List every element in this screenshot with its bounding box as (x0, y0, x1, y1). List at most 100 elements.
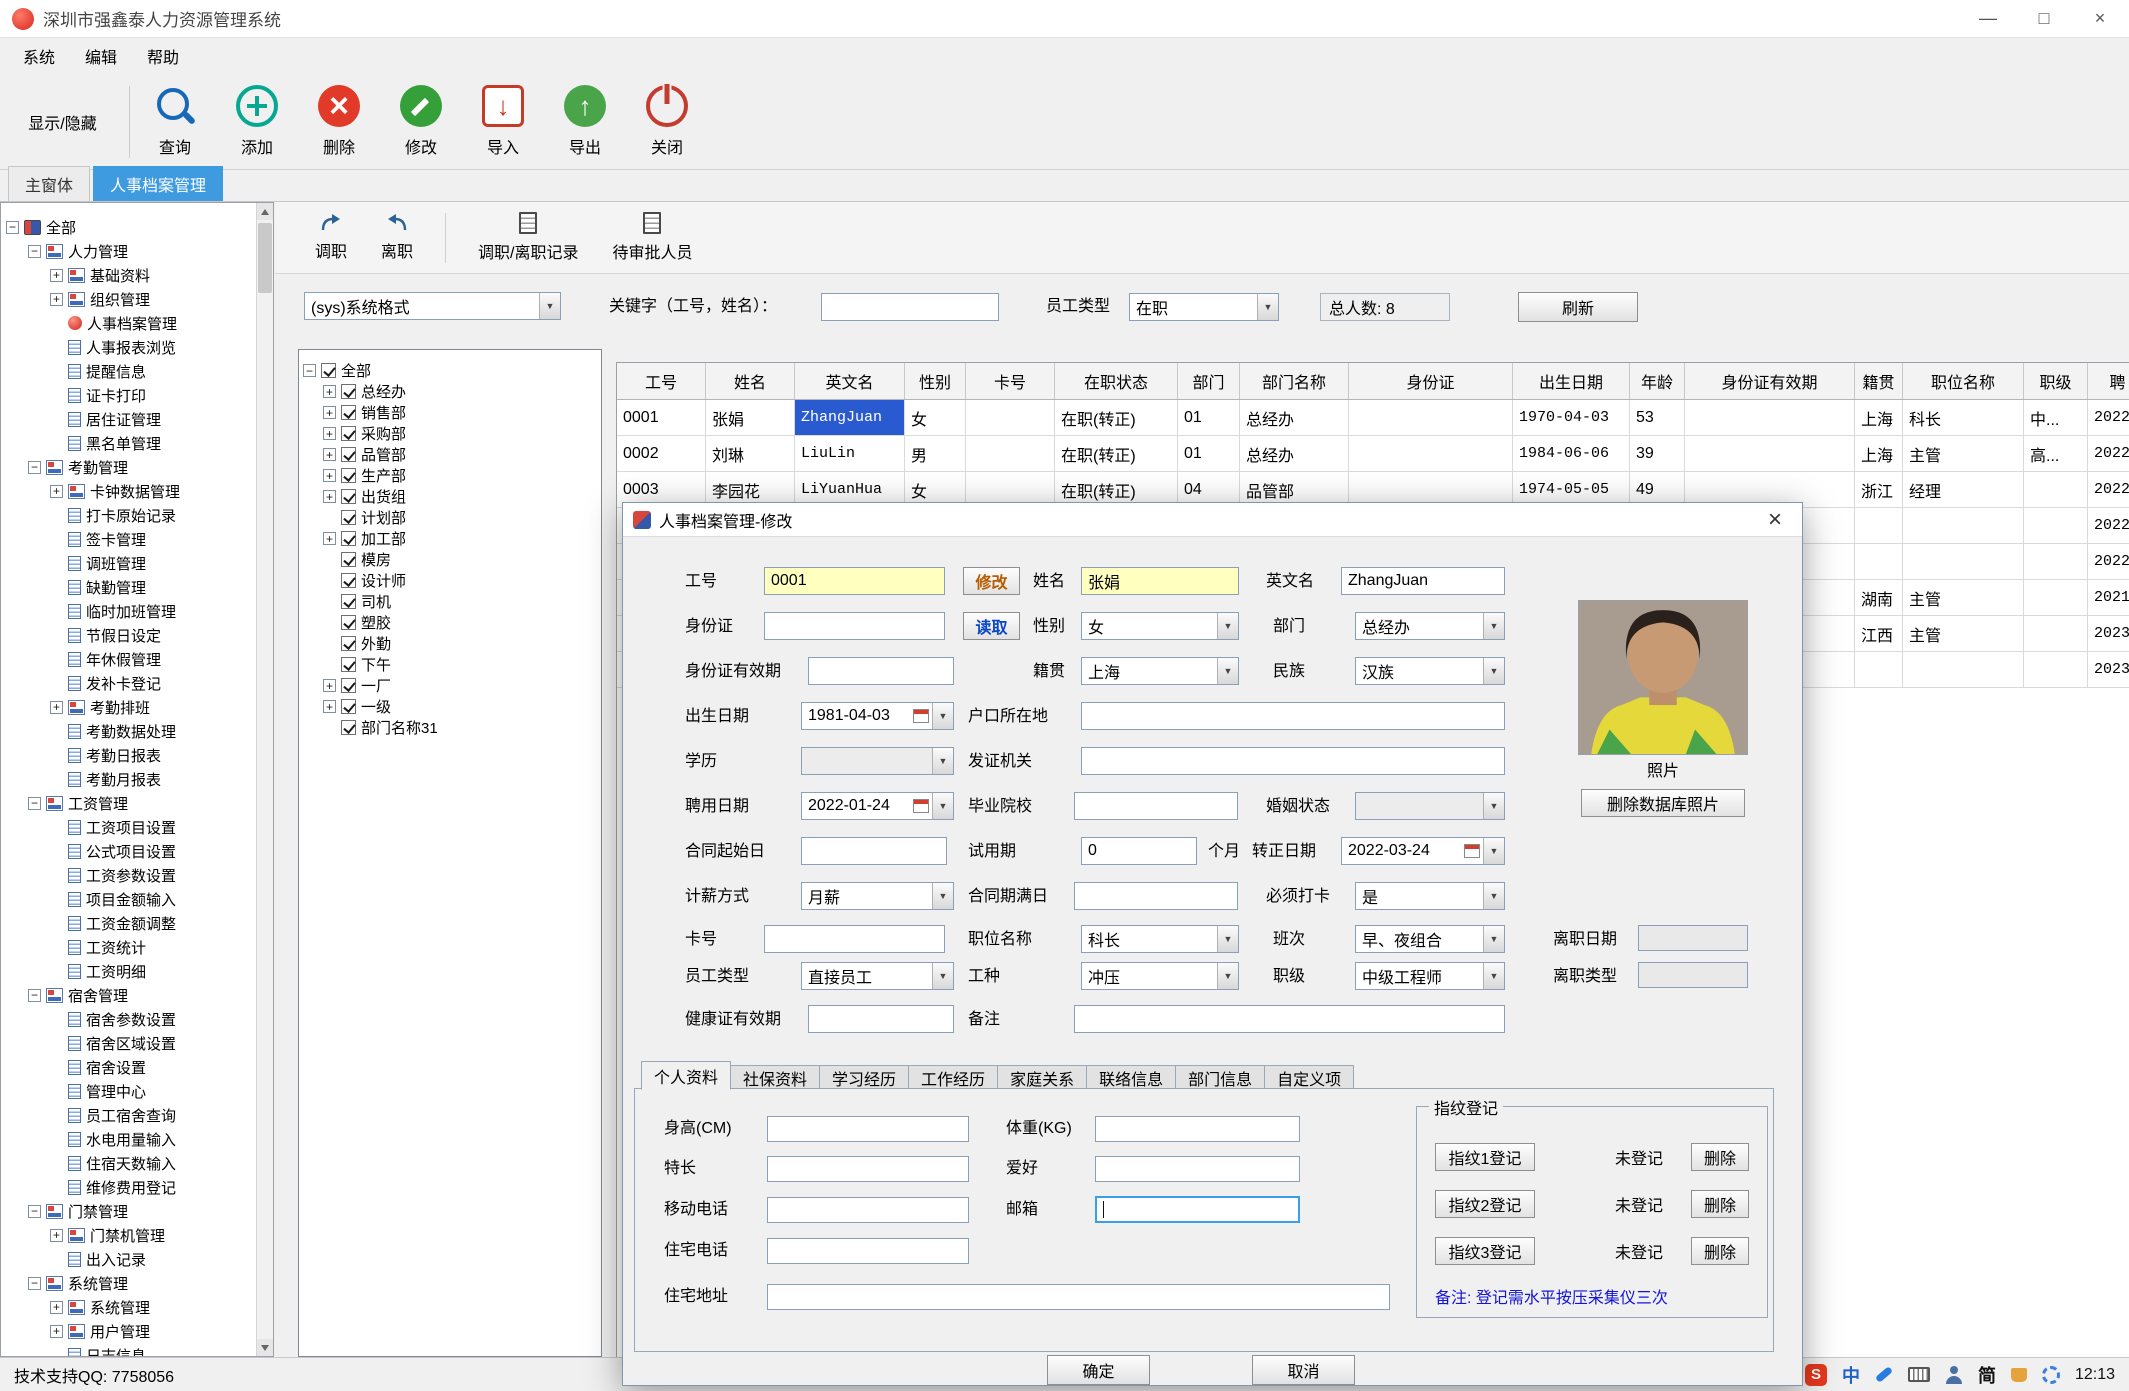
checkbox-checked-icon[interactable] (341, 489, 356, 504)
tab-main-window[interactable]: 主窗体 (8, 166, 91, 201)
nav-tree-item[interactable]: 考勤数据处理 (6, 719, 253, 743)
checkbox-checked-icon[interactable] (341, 699, 356, 714)
nav-tree-item[interactable]: 发补卡登记 (6, 671, 253, 695)
id-card-input[interactable] (764, 612, 945, 640)
issuer-input[interactable] (1081, 747, 1505, 775)
nav-tree-item[interactable]: 管理中心 (6, 1079, 253, 1103)
department-tree-item[interactable]: + 一厂 (303, 675, 597, 696)
nav-tree-item[interactable]: 考勤日报表 (6, 743, 253, 767)
column-header[interactable]: 聘 (2088, 363, 2129, 399)
tree-expander-icon[interactable]: + (323, 406, 336, 419)
tree-expander-icon[interactable]: + (50, 292, 63, 306)
nav-tree-item[interactable]: − 宿舍管理 (6, 983, 253, 1007)
department-tree-item[interactable]: 计划部 (303, 507, 597, 528)
regular-date-picker[interactable]: 2022-03-24 ▼ (1341, 837, 1505, 865)
dialog-tab[interactable]: 学习经历 (819, 1065, 910, 1090)
tree-expander-icon[interactable]: + (50, 1324, 63, 1338)
checkbox-checked-icon[interactable] (341, 573, 356, 588)
dialog-close-button[interactable]: × (1758, 505, 1792, 535)
nav-tree-item[interactable]: 调班管理 (6, 551, 253, 575)
name-input[interactable]: 张娟 (1081, 567, 1239, 595)
work-type-select[interactable]: 冲压 ▼ (1081, 962, 1239, 990)
nav-tree-item[interactable]: 工资项目设置 (6, 815, 253, 839)
tree-expander-icon[interactable]: − (28, 1276, 41, 1290)
nav-tree-item[interactable]: 人事档案管理 (6, 311, 253, 335)
column-header[interactable]: 身份证有效期 (1685, 363, 1855, 399)
department-tree-item[interactable]: + 采购部 (303, 423, 597, 444)
department-tree-item[interactable]: 外勤 (303, 633, 597, 654)
nav-tree-item[interactable]: 考勤月报表 (6, 767, 253, 791)
dialog-tab[interactable]: 部门信息 (1175, 1065, 1266, 1090)
keyword-input[interactable] (821, 293, 999, 321)
department-tree-item[interactable]: + 销售部 (303, 402, 597, 423)
table-row[interactable]: 0002 刘琳 LiuLin 男 在职(转正) 01 总经办 1984-06-0… (617, 436, 2129, 472)
nav-tree-item[interactable]: 临时加班管理 (6, 599, 253, 623)
scroll-up-icon[interactable] (257, 203, 273, 220)
position-select[interactable]: 科长 ▼ (1081, 925, 1239, 953)
column-header[interactable]: 职位名称 (1903, 363, 2024, 399)
native-place-select[interactable]: 上海 ▼ (1081, 657, 1239, 685)
add-button[interactable]: 添加 (216, 77, 298, 167)
checkbox-checked-icon[interactable] (341, 678, 356, 693)
phone-icon[interactable] (1874, 1366, 1894, 1383)
checkbox-checked-icon[interactable] (341, 531, 356, 546)
tree-expander-icon[interactable]: − (6, 220, 19, 234)
contract-start-input[interactable] (801, 837, 947, 865)
nav-tree-item[interactable]: 宿舍设置 (6, 1055, 253, 1079)
gender-select[interactable]: 女 ▼ (1081, 612, 1239, 640)
simplified-chinese-icon[interactable]: 简 (1978, 1362, 1996, 1388)
column-header[interactable]: 姓名 (706, 363, 795, 399)
height-input[interactable] (767, 1116, 969, 1142)
keyboard-icon[interactable] (1907, 1367, 1930, 1382)
nav-tree-item[interactable]: − 考勤管理 (6, 455, 253, 479)
marital-select[interactable]: ▼ (1355, 792, 1505, 820)
chinese-input-icon[interactable]: 中 (1842, 1362, 1860, 1388)
delete-button[interactable]: 删除 (298, 77, 380, 167)
school-input[interactable] (1074, 792, 1238, 820)
birth-date-picker[interactable]: 1981-04-03 ▼ (801, 702, 954, 730)
edit-button[interactable]: 修改 (380, 77, 462, 167)
nav-tree-item[interactable]: + 系统管理 (6, 1295, 253, 1319)
nav-tree-item[interactable]: 项目金额输入 (6, 887, 253, 911)
export-button[interactable]: 导出 (544, 77, 626, 167)
nav-tree-item[interactable]: 员工宿舍查询 (6, 1103, 253, 1127)
column-header[interactable]: 身份证 (1349, 363, 1513, 399)
checkbox-checked-icon[interactable] (341, 657, 356, 672)
transfer-button[interactable]: 调职 (305, 211, 357, 264)
ethnic-select[interactable]: 汉族 ▼ (1355, 657, 1505, 685)
dialog-tab[interactable]: 自定义项 (1264, 1065, 1355, 1090)
nav-tree-item[interactable]: 出入记录 (6, 1247, 253, 1271)
scroll-thumb[interactable] (258, 223, 272, 293)
nav-tree-item[interactable]: 日志信息 (6, 1343, 253, 1356)
department-tree-item[interactable]: + 出货组 (303, 486, 597, 507)
emp-no-input[interactable]: 0001 (764, 567, 945, 595)
nav-scrollbar[interactable] (256, 203, 273, 1356)
nav-tree-item[interactable]: 打卡原始记录 (6, 503, 253, 527)
tree-expander-icon[interactable]: + (323, 385, 336, 398)
nav-tree-item[interactable]: 工资参数设置 (6, 863, 253, 887)
nav-tree-item[interactable]: + 卡钟数据管理 (6, 479, 253, 503)
minimize-button[interactable]: — (1977, 8, 1999, 29)
nav-tree-item[interactable]: − 全部 (6, 215, 253, 239)
resign-button[interactable]: 离职 (371, 211, 423, 264)
rank-select[interactable]: 中级工程师 ▼ (1355, 962, 1505, 990)
show-hide-toggle[interactable]: 显示/隐藏 (0, 110, 125, 134)
checkbox-checked-icon[interactable] (341, 405, 356, 420)
fingerprint-delete-button[interactable]: 删除 (1691, 1142, 1750, 1171)
pending-approval-button[interactable]: 待审批人员 (602, 210, 702, 265)
department-tree-item[interactable]: 塑胶 (303, 612, 597, 633)
checkbox-checked-icon[interactable] (341, 615, 356, 630)
dept-select[interactable]: 总经办 ▼ (1355, 612, 1505, 640)
column-header[interactable]: 性别 (905, 363, 966, 399)
tree-expander-icon[interactable]: − (303, 364, 316, 377)
table-row[interactable]: 0001 张娟 ZhangJuan 女 在职(转正) 01 总经办 1970-0… (617, 400, 2129, 436)
column-header[interactable]: 职级 (2024, 363, 2088, 399)
nav-tree-item[interactable]: + 考勤排班 (6, 695, 253, 719)
menu-system[interactable]: 系统 (8, 39, 70, 73)
department-tree-item[interactable]: + 品管部 (303, 444, 597, 465)
nav-tree-item[interactable]: 宿舍区域设置 (6, 1031, 253, 1055)
nav-tree-item[interactable]: − 人力管理 (6, 239, 253, 263)
tree-expander-icon[interactable]: + (323, 448, 336, 461)
tree-expander-icon[interactable]: + (323, 700, 336, 713)
column-header[interactable]: 在职状态 (1055, 363, 1178, 399)
